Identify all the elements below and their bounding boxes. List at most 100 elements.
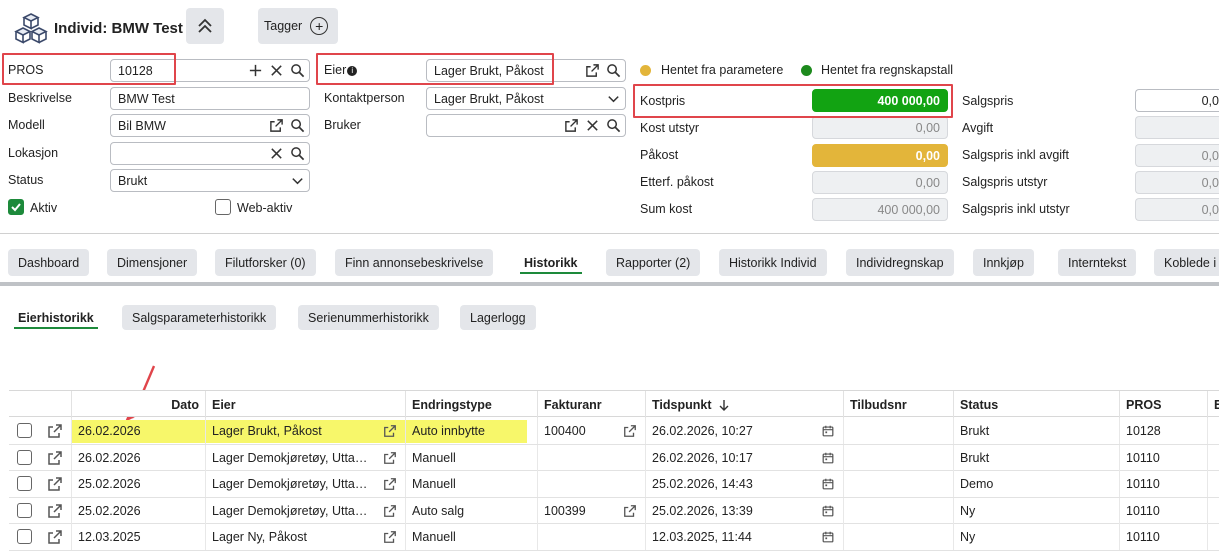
row-open-link[interactable] <box>47 503 63 519</box>
beskrivelse-label: Beskrivelse <box>8 91 72 105</box>
close-icon[interactable] <box>269 63 284 78</box>
main-tab-bar: Dashboard Dimensjoner Filutforsker (0) F… <box>0 240 1219 286</box>
tab-finn-annonsebeskrivelse[interactable]: Finn annonsebeskrivelse <box>335 249 494 276</box>
open-external-icon[interactable] <box>383 530 397 544</box>
tab-filutforsker[interactable]: Filutforsker (0) <box>215 249 316 276</box>
cell-e <box>1207 497 1219 524</box>
salgspris-inkl-utstyr-label: Salgspris inkl utstyr <box>962 202 1070 216</box>
open-external-icon[interactable] <box>47 503 63 519</box>
table-row[interactable]: 12.03.2025 Lager Ny, Påkost Manuell 12.03.2… <box>9 524 1219 551</box>
cell-e <box>1207 418 1219 444</box>
open-external-icon[interactable] <box>623 504 637 518</box>
column-header-tidspunkt[interactable]: Tidspunkt <box>645 391 843 418</box>
column-header-fakturanr[interactable]: Fakturanr <box>537 391 645 418</box>
calendar-icon[interactable] <box>821 451 835 465</box>
kost-utstyr-value: 0,00 <box>915 120 940 135</box>
tab-dimensjoner[interactable]: Dimensjoner <box>107 249 198 276</box>
kost-utstyr-field: 0,00 <box>812 116 948 139</box>
bruker-field[interactable] <box>426 114 626 137</box>
row-open-link[interactable] <box>47 529 63 545</box>
close-icon[interactable] <box>585 118 600 133</box>
open-external-icon[interactable] <box>383 451 397 465</box>
cell-endringstype: Auto salg <box>405 497 537 524</box>
cell-endringstype: Manuell <box>405 471 537 497</box>
kontaktperson-select[interactable]: Lager Brukt, Påkost <box>426 87 626 110</box>
table-row[interactable]: 26.02.2026 Lager Demokjøretøy, Utta… Manue… <box>9 444 1219 471</box>
subtab-eierhistorikk[interactable]: Eierhistorikk <box>8 305 104 330</box>
open-external-icon[interactable] <box>564 118 579 133</box>
tab-rapporter[interactable]: Rapporter (2) <box>606 249 701 276</box>
column-header-endringstype[interactable]: Endringstype <box>405 391 537 418</box>
calendar-icon[interactable] <box>821 424 835 438</box>
open-external-icon[interactable] <box>623 424 637 438</box>
webaktiv-checkbox[interactable] <box>215 199 231 215</box>
pakost-field[interactable]: 0,00 <box>812 144 948 167</box>
plus-icon[interactable] <box>248 63 263 78</box>
open-external-icon[interactable] <box>47 450 63 466</box>
search-icon[interactable] <box>290 63 305 78</box>
tab-individregnskap[interactable]: Individregnskap <box>846 249 954 276</box>
cell-fakturanr: 100399 <box>537 497 645 524</box>
row-checkbox[interactable] <box>17 529 32 544</box>
sort-descending-icon[interactable] <box>718 399 730 411</box>
calendar-icon[interactable] <box>821 477 835 491</box>
eier-field[interactable]: Lager Brukt, Påkost <box>426 59 626 82</box>
open-external-icon[interactable] <box>269 118 284 133</box>
open-external-icon[interactable] <box>585 63 600 78</box>
pros-field[interactable]: 10128 <box>110 59 310 82</box>
calendar-icon[interactable] <box>821 504 835 518</box>
column-header-eier[interactable]: Eier <box>205 391 405 418</box>
aktiv-checkbox[interactable] <box>8 199 24 215</box>
subtab-salgsparameterhistorikk[interactable]: Salgsparameterhistorikk <box>122 305 277 330</box>
cell-dato: 12.03.2025 <box>71 524 205 550</box>
subtab-lagerlogg[interactable]: Lagerlogg <box>460 305 536 330</box>
table-row[interactable]: 25.02.2026 Lager Demokjøretøy, Utta… Auto … <box>9 497 1219 524</box>
tab-dashboard[interactable]: Dashboard <box>8 249 90 276</box>
table-row[interactable]: 25.02.2026 Lager Demokjøretøy, Utta… Manue… <box>9 471 1219 498</box>
row-open-link[interactable] <box>47 450 63 466</box>
close-icon[interactable] <box>269 146 284 161</box>
open-external-icon[interactable] <box>47 529 63 545</box>
search-icon[interactable] <box>290 118 305 133</box>
open-external-icon[interactable] <box>47 476 63 492</box>
row-checkbox[interactable] <box>17 449 32 465</box>
tab-innkjop[interactable]: Innkjøp <box>973 249 1034 276</box>
tab-historikk-individ[interactable]: Historikk Individ <box>719 249 827 276</box>
row-checkbox[interactable] <box>17 423 32 438</box>
row-checkbox[interactable] <box>17 476 32 491</box>
tab-historikk[interactable]: Historikk <box>514 249 588 276</box>
row-open-link[interactable] <box>47 423 63 439</box>
table-row[interactable]: 26.02.2026 Lager Brukt, Påkost Auto innbyt… <box>9 418 1219 445</box>
search-icon[interactable] <box>606 118 621 133</box>
info-icon[interactable]: i <box>347 66 358 76</box>
tab-koblede[interactable]: Koblede i <box>1154 249 1219 276</box>
open-external-icon[interactable] <box>383 424 397 438</box>
modell-field[interactable]: Bil BMW <box>110 114 310 137</box>
subtab-serienummerhistorikk[interactable]: Serienummerhistorikk <box>298 305 439 330</box>
open-external-icon[interactable] <box>383 504 397 518</box>
kostpris-field[interactable]: 400 000,00 <box>812 89 948 112</box>
kost-utstyr-label: Kost utstyr <box>640 121 700 135</box>
column-header-dato[interactable]: Dato <box>71 391 205 418</box>
row-checkbox[interactable] <box>17 502 32 518</box>
beskrivelse-field[interactable]: BMW Test <box>110 87 310 110</box>
open-external-icon[interactable] <box>383 477 397 491</box>
tags-button[interactable]: Tagger + <box>258 8 338 44</box>
column-header-status[interactable]: Status <box>953 391 1119 418</box>
open-external-icon[interactable] <box>47 423 63 439</box>
cell-tidspunkt: 26.02.2026, 10:17 <box>645 444 843 471</box>
column-header-e[interactable]: E <box>1207 391 1219 418</box>
lokasjon-field[interactable] <box>110 142 310 165</box>
cell-pros: 10110 <box>1119 497 1207 524</box>
add-tag-icon[interactable]: + <box>310 17 329 35</box>
tab-interntekst[interactable]: Interntekst <box>1058 249 1137 276</box>
row-open-link[interactable] <box>47 476 63 492</box>
salgspris-field[interactable]: 0,0 <box>1135 89 1219 112</box>
column-header-tilbudsnr[interactable]: Tilbudsnr <box>843 391 953 418</box>
search-icon[interactable] <box>606 63 621 78</box>
status-select[interactable]: Brukt <box>110 169 310 192</box>
collapse-button[interactable] <box>186 8 224 44</box>
calendar-icon[interactable] <box>821 530 835 544</box>
search-icon[interactable] <box>290 146 305 161</box>
column-header-pros[interactable]: PROS <box>1119 391 1207 418</box>
